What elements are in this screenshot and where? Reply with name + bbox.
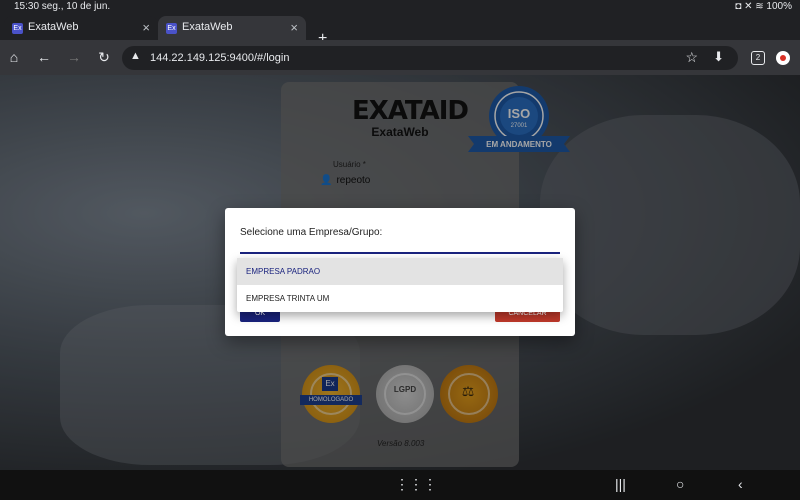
reload-icon[interactable]: ↻ (95, 49, 113, 66)
company-select-dropdown: EMPRESA PADRAO EMPRESA TRINTA UM (237, 258, 563, 312)
option-empresa-padrao[interactable]: EMPRESA PADRAO (237, 258, 563, 285)
not-secure-icon[interactable]: ▲ (130, 50, 141, 62)
download-icon[interactable]: ⬇ (713, 49, 724, 65)
browser-tabstrip: Ex ExataWeb × Ex ExataWeb × + (0, 14, 800, 47)
app-drawer-icon[interactable]: ⋮⋮⋮ (395, 476, 437, 493)
close-tab-icon[interactable]: × (142, 20, 150, 35)
back-icon[interactable]: ← (35, 49, 53, 65)
option-empresa-trinta-um[interactable]: EMPRESA TRINTA UM (237, 285, 563, 312)
tab-title: ExataWeb (182, 21, 233, 33)
browser-tab-2[interactable]: Ex ExataWeb × (158, 16, 306, 40)
favicon-icon: Ex (12, 23, 23, 34)
url-text[interactable]: 144.22.149.125:9400/#/login (150, 52, 289, 64)
browser-tab-1[interactable]: Ex ExataWeb × (4, 16, 158, 40)
forward-icon[interactable]: → (65, 49, 83, 65)
close-tab-icon[interactable]: × (290, 20, 298, 35)
android-status-bar: 15:30 seg., 10 de jun. ◘ ✕ ≋ 100% (0, 0, 800, 14)
recents-icon[interactable]: ||| (615, 476, 626, 492)
company-select[interactable] (240, 252, 560, 254)
android-nav-bar: ⋮⋮⋮ ||| ○ ‹ (0, 470, 800, 500)
home-nav-icon[interactable]: ○ (676, 476, 684, 492)
status-battery: ◘ ✕ ≋ 100% (735, 1, 792, 12)
profile-icon[interactable] (776, 51, 790, 65)
back-nav-icon[interactable]: ‹ (738, 476, 743, 492)
bookmark-star-icon[interactable]: ☆ (685, 49, 698, 66)
home-icon[interactable]: ⌂ (5, 49, 23, 65)
tab-title: ExataWeb (28, 21, 79, 33)
tab-switcher-button[interactable]: 2 (751, 51, 765, 65)
dialog-title: Selecione uma Empresa/Grupo: (240, 227, 383, 238)
address-bar[interactable]: ▲ 144.22.149.125:9400/#/login ☆ ⬇ (122, 46, 738, 70)
favicon-icon: Ex (166, 23, 177, 34)
browser-toolbar: ⌂ ← → ↻ ▲ 144.22.149.125:9400/#/login ☆ … (0, 40, 800, 75)
status-time-date: 15:30 seg., 10 de jun. (14, 1, 111, 12)
